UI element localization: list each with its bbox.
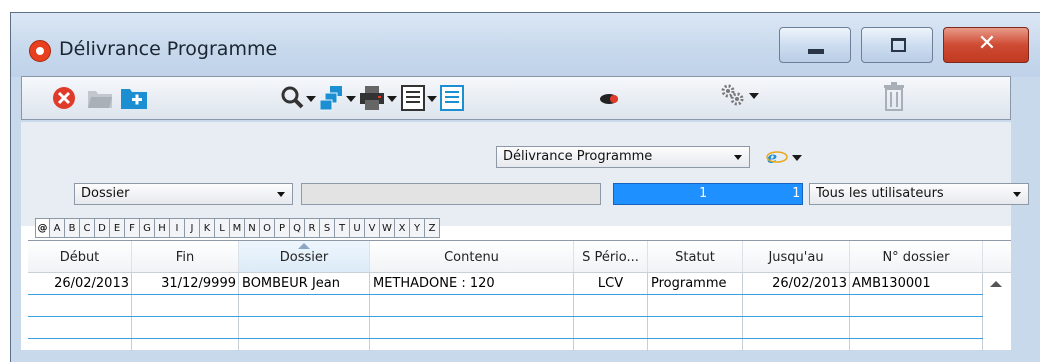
alphabet-tab-l[interactable]: L: [215, 218, 230, 238]
alphabet-tab-a[interactable]: A: [50, 218, 65, 238]
alphabet-tab-t[interactable]: T: [335, 218, 350, 238]
list-icon[interactable]: [401, 85, 425, 111]
list-blue-icon[interactable]: [440, 85, 464, 111]
alphabet-tab-all[interactable]: @: [35, 218, 50, 238]
column-header-contenu[interactable]: Contenu: [370, 241, 574, 272]
filter-panel: [21, 122, 1011, 226]
alphabet-tab-c[interactable]: C: [80, 218, 95, 238]
alphabet-tab-d[interactable]: D: [95, 218, 110, 238]
toolbar: [21, 76, 1011, 120]
cell-debut: 26/02/2013: [28, 273, 132, 294]
window-title: Délivrance Programme: [59, 38, 278, 60]
column-header-jusquau[interactable]: Jusqu'au: [743, 241, 850, 272]
minimize-button[interactable]: [779, 27, 851, 63]
alphabet-tab-h[interactable]: H: [155, 218, 170, 238]
cell-jusquau: 26/02/2013: [743, 273, 850, 294]
alphabet-tab-f[interactable]: F: [125, 218, 140, 238]
cell-numero-dossier: AMB130001: [850, 273, 983, 294]
alphabet-tab-i[interactable]: I: [170, 218, 185, 238]
table-header: Début Fin Dossier Contenu S Pério... Sta…: [28, 241, 1011, 273]
print-dropdown-icon[interactable]: [387, 96, 397, 102]
cell-speriode: LCV: [574, 273, 648, 294]
open-folder-icon[interactable]: [87, 87, 113, 109]
content-area: Délivrance Programme e Dossier 1 1 Tous …: [21, 122, 1029, 351]
app-logo-icon: [29, 40, 51, 62]
table-row[interactable]: [28, 339, 983, 351]
copy-icon[interactable]: [320, 85, 344, 111]
alphabet-tab-j[interactable]: J: [185, 218, 200, 238]
alphabet-tab-v[interactable]: V: [365, 218, 380, 238]
record-icon[interactable]: [599, 93, 619, 105]
alphabet-tab-n[interactable]: N: [245, 218, 260, 238]
chevron-down-icon: [277, 192, 285, 197]
column-header-dossier-label: Dossier: [279, 250, 329, 265]
field-select[interactable]: Dossier: [74, 183, 293, 205]
alphabet-tab-z[interactable]: Z: [425, 218, 440, 238]
column-header-fin[interactable]: Fin: [132, 241, 239, 272]
alphabet-tab-p[interactable]: P: [275, 218, 290, 238]
users-select-value: Tous les utilisateurs: [816, 186, 944, 201]
alphabet-tab-u[interactable]: U: [350, 218, 365, 238]
counter-from: 1: [699, 186, 707, 201]
alphabet-tab-g[interactable]: G: [140, 218, 155, 238]
table-row[interactable]: [28, 317, 983, 339]
settings-icon[interactable]: [719, 82, 745, 108]
program-select[interactable]: Délivrance Programme: [496, 146, 750, 168]
cell-fin: 31/12/9999: [132, 273, 239, 294]
alphabet-tab-m[interactable]: M: [230, 218, 245, 238]
alphabet-tab-r[interactable]: R: [305, 218, 320, 238]
browser-dropdown-icon[interactable]: [792, 155, 802, 161]
alphabet-tab-x[interactable]: X: [395, 218, 410, 238]
alphabet-tab-s[interactable]: S: [320, 218, 335, 238]
copy-dropdown-icon[interactable]: [346, 96, 356, 102]
program-select-value: Délivrance Programme: [503, 149, 653, 164]
results-table: Début Fin Dossier Contenu S Pério... Sta…: [28, 240, 1011, 351]
alphabet-tab-o[interactable]: O: [260, 218, 275, 238]
alphabet-tab-y[interactable]: Y: [410, 218, 425, 238]
search-icon[interactable]: [280, 85, 304, 111]
users-select[interactable]: Tous les utilisateurs: [809, 183, 1029, 205]
cell-dossier: BOMBEUR Jean: [239, 273, 370, 294]
cell-statut: Programme: [648, 273, 743, 294]
record-counter: 1 1: [613, 183, 803, 205]
chevron-down-icon: [734, 155, 742, 160]
table-row[interactable]: [28, 295, 983, 317]
list-dropdown-icon[interactable]: [427, 96, 437, 102]
column-header-dossier[interactable]: Dossier: [239, 241, 370, 272]
new-folder-icon[interactable]: [120, 86, 148, 110]
close-button[interactable]: ✕: [943, 27, 1029, 63]
print-icon[interactable]: [359, 85, 385, 111]
search-dropdown-icon[interactable]: [306, 96, 316, 102]
internet-explorer-icon[interactable]: e: [765, 146, 789, 168]
minimize-icon: [808, 49, 824, 54]
chevron-down-icon: [1013, 192, 1021, 197]
alphabet-tab-q[interactable]: Q: [290, 218, 305, 238]
svg-text:e: e: [767, 148, 777, 167]
sort-ascending-icon: [298, 243, 310, 249]
trash-icon[interactable]: [883, 82, 905, 112]
settings-dropdown-icon[interactable]: [749, 93, 759, 99]
alphabet-tab-e[interactable]: E: [110, 218, 125, 238]
alphabet-tab-k[interactable]: K: [200, 218, 215, 238]
column-header-numero-dossier[interactable]: N° dossier: [850, 241, 983, 272]
maximize-icon: [891, 38, 906, 52]
column-header-statut[interactable]: Statut: [648, 241, 743, 272]
alphabet-filter: @ A B C D E F G H I J K L M N O P Q R S T U V W X Y Z: [35, 218, 440, 240]
cell-contenu: METHADONE : 120: [370, 273, 574, 294]
column-header-debut[interactable]: Début: [28, 241, 132, 272]
search-bar-field[interactable]: [301, 183, 601, 205]
field-select-value: Dossier: [81, 186, 130, 201]
table-row[interactable]: 26/02/2013 31/12/9999 BOMBEUR Jean METHA…: [28, 273, 983, 295]
column-header-speriode[interactable]: S Pério...: [574, 241, 648, 272]
maximize-button[interactable]: [861, 27, 933, 63]
title-bar: Délivrance Programme ✕: [11, 13, 1040, 77]
close-icon: ✕: [977, 31, 997, 56]
scroll-up-icon[interactable]: [990, 281, 1002, 287]
delete-icon[interactable]: [52, 86, 76, 110]
alphabet-tab-b[interactable]: B: [65, 218, 80, 238]
alphabet-tab-w[interactable]: W: [380, 218, 395, 238]
counter-to: 1: [792, 186, 800, 201]
